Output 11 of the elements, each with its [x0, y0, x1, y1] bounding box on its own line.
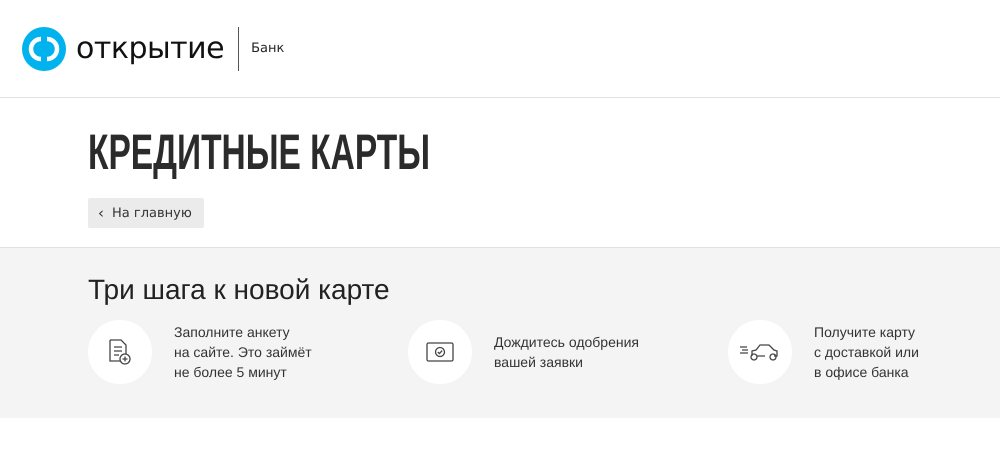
step-text: Дождитесь одобрения вашей заявки [494, 333, 640, 372]
back-button[interactable]: ‹ На главную [88, 198, 204, 228]
page-title: КРЕДИТНЫЕ КАРТЫ [88, 124, 430, 180]
bank-label: Банк [251, 41, 284, 56]
section-title: Три шага к новой карте [88, 274, 391, 306]
document-plus-icon [107, 338, 133, 366]
logo-icon [22, 26, 66, 70]
step-text: Заполните анкету на сайте. Это займёт не более 5 минут [174, 323, 312, 382]
step-text: Получите карту с доставкой или в офисе банка [814, 323, 919, 382]
logo-text: открытие [76, 31, 224, 66]
screen-check-icon [426, 342, 454, 362]
